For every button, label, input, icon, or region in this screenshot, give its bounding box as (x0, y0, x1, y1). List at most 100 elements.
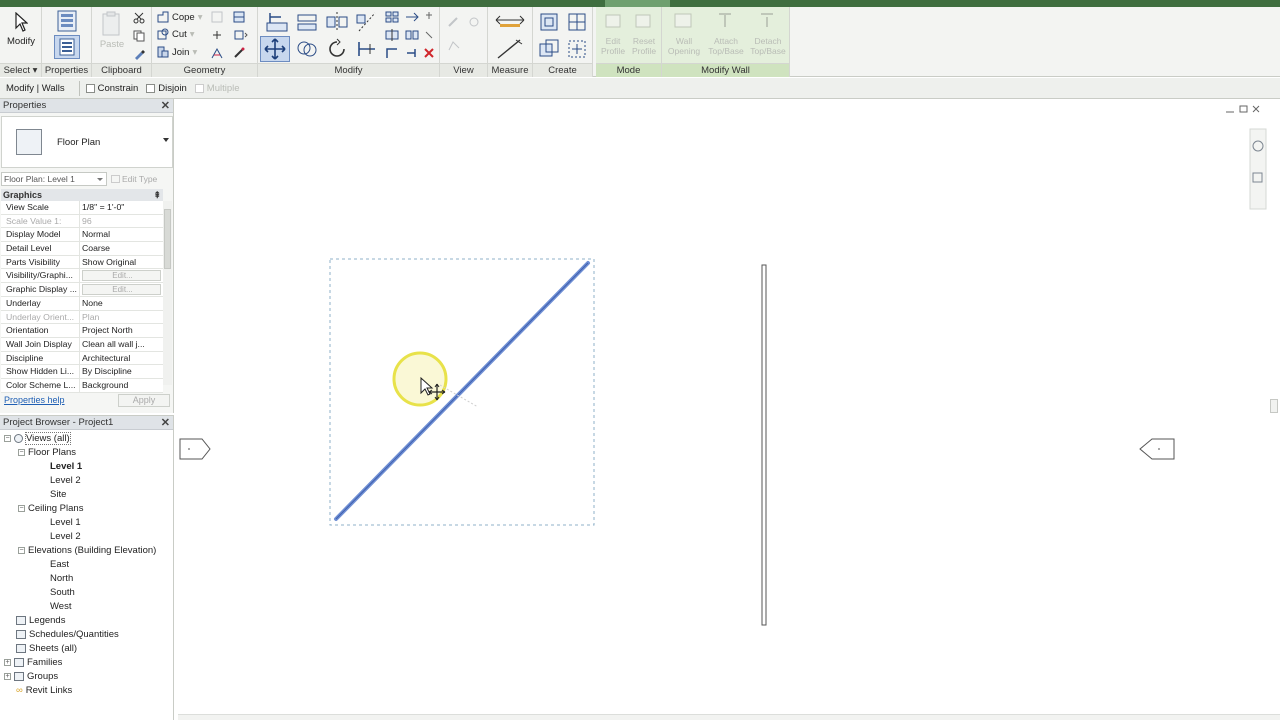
multiple-checkbox[interactable]: Multiple (194, 83, 240, 94)
tree-node-floor-plans[interactable]: − Floor Plans (18, 446, 76, 459)
tree-node-families[interactable]: + Families (4, 656, 62, 669)
type-properties-icon[interactable] (54, 9, 80, 33)
property-row[interactable]: Show Hidden Li... By Discipline (1, 365, 163, 379)
tree-node-cp-level2[interactable]: Level 2 (50, 530, 81, 543)
tree-node-views[interactable]: − Views (all) (4, 432, 71, 445)
properties-help-link[interactable]: Properties help (4, 395, 65, 405)
join-button[interactable]: Join ▾ (157, 44, 197, 60)
elevation-marker-west[interactable] (179, 438, 211, 460)
property-value[interactable]: Coarse (80, 242, 163, 255)
property-value[interactable]: Architectural (80, 352, 163, 365)
properties-toggle-icon[interactable] (54, 35, 80, 59)
measure-icon[interactable] (493, 11, 527, 29)
split-icon[interactable] (384, 28, 400, 42)
tree-node-fp-site[interactable]: Site (50, 488, 66, 501)
tree-node-south[interactable]: South (50, 586, 75, 599)
tree-node-elevations[interactable]: − Elevations (Building Elevation) (18, 544, 156, 557)
elevation-marker-east[interactable] (1139, 438, 1175, 460)
property-row[interactable]: Detail Level Coarse (1, 242, 163, 256)
tree-node-fp-level2[interactable]: Level 2 (50, 474, 81, 487)
create-group-icon[interactable] (537, 37, 561, 61)
close-icon[interactable]: ✕ (161, 99, 170, 112)
navigation-bar[interactable] (1249, 128, 1267, 210)
wall-opening-button[interactable]: Wall Opening (666, 36, 702, 56)
vertical-wall[interactable] (761, 264, 767, 626)
tree-node-groups[interactable]: + Groups (4, 670, 58, 683)
move-icon[interactable] (260, 36, 290, 62)
modify-cursor-icon[interactable] (12, 11, 30, 33)
properties-panel-label[interactable]: Properties (42, 63, 91, 77)
copy-elements-icon[interactable] (294, 37, 320, 61)
edit-button[interactable]: Edit... (82, 284, 161, 295)
cut-geometry-button[interactable]: Cut ▾ (157, 26, 195, 42)
detach-top-base-button[interactable]: Detach Top/Base (746, 36, 790, 56)
tree-node-north[interactable]: North (50, 572, 73, 585)
property-row[interactable]: Wall Join Display Clean all wall j... (1, 337, 163, 352)
join-roof-icon[interactable] (210, 46, 224, 60)
properties-scrollbar[interactable] (163, 201, 172, 385)
scale-icon[interactable] (404, 10, 420, 24)
property-row[interactable]: Orientation Project North (1, 324, 163, 338)
tree-node-revit-links[interactable]: ∞ Revit Links (16, 684, 72, 697)
unpin-icon[interactable] (422, 28, 436, 42)
modify-button[interactable]: Modify (0, 36, 42, 47)
trim-corner-icon[interactable] (384, 46, 400, 60)
delete-icon[interactable] (422, 46, 436, 60)
align-icon[interactable] (264, 10, 290, 34)
drawing-canvas[interactable] (178, 99, 1268, 717)
rotate-icon[interactable] (324, 37, 350, 61)
paste-button[interactable]: Paste (96, 39, 128, 50)
property-value[interactable]: Plan (80, 311, 163, 324)
aligned-dimension-icon[interactable] (493, 37, 527, 61)
disjoin-checkbox[interactable]: Disjoin (146, 83, 187, 94)
property-row[interactable]: Discipline Architectural (1, 351, 163, 366)
property-row[interactable]: Graphic Display ... Edit... (1, 283, 163, 297)
mirror-draw-icon[interactable] (354, 10, 380, 34)
property-row[interactable]: Underlay None (1, 296, 163, 311)
edit-type-button[interactable]: Edit Type (111, 174, 157, 184)
tree-node-schedules[interactable]: Schedules/Quantities (16, 628, 119, 641)
split-face-icon[interactable] (232, 10, 246, 24)
property-row[interactable]: Color Scheme L... Background (1, 378, 163, 393)
pin-icon[interactable] (422, 10, 436, 24)
canvas-vertical-scrollbar[interactable] (1268, 99, 1280, 717)
chevron-down-icon[interactable] (163, 138, 169, 142)
tree-node-legends[interactable]: Legends (16, 614, 65, 627)
type-selector[interactable]: Floor Plan (1, 116, 173, 168)
array-icon[interactable] (384, 10, 400, 24)
tree-node-fp-level1[interactable]: Level 1 (50, 460, 82, 473)
view-window-controls[interactable] (1226, 105, 1260, 113)
attach-top-base-button[interactable]: Attach Top/Base (704, 36, 748, 56)
edit-button[interactable]: Edit... (82, 270, 161, 282)
property-value[interactable]: None (80, 297, 163, 310)
graphics-group-header[interactable]: Graphics ⇞ (1, 189, 163, 201)
create-similar-icon[interactable] (565, 37, 589, 61)
demolish-icon[interactable] (210, 28, 224, 42)
property-value[interactable]: 1/8" = 1'-0" (80, 201, 163, 214)
match-properties-icon[interactable] (132, 47, 146, 61)
instance-selector[interactable]: Floor Plan: Level 1 (1, 171, 107, 186)
active-context-tab[interactable] (605, 0, 670, 7)
property-row[interactable]: Display Model Normal (1, 228, 163, 243)
tree-node-sheets[interactable]: Sheets (all) (16, 642, 77, 655)
property-value[interactable]: Normal (80, 228, 163, 241)
offset-icon[interactable] (294, 10, 320, 34)
tree-node-east[interactable]: East (50, 558, 69, 571)
collapse-icon[interactable]: ⇞ (153, 190, 161, 201)
property-row[interactable]: View Scale 1/8" = 1'-0" (1, 201, 163, 215)
tree-node-west[interactable]: West (50, 600, 71, 613)
trim-single-icon[interactable] (404, 46, 420, 60)
trim-extend-icon[interactable] (354, 37, 380, 61)
canvas-drawing[interactable] (178, 99, 1268, 717)
split-gap-icon[interactable] (404, 28, 420, 42)
property-row[interactable]: Visibility/Graphi... Edit... (1, 269, 163, 284)
create-assembly-icon[interactable] (537, 10, 561, 34)
property-row[interactable]: Underlay Orient... Plan (1, 310, 163, 325)
create-parts-icon[interactable] (565, 10, 589, 34)
close-icon[interactable]: ✕ (161, 416, 170, 429)
cope-button[interactable]: Cope ▾ (157, 9, 203, 25)
tree-node-cp-level1[interactable]: Level 1 (50, 516, 81, 529)
reset-profile-button[interactable]: Reset Profile (628, 36, 660, 56)
cut-scissors-icon[interactable] (132, 11, 146, 25)
view-control-bar[interactable] (178, 714, 1280, 720)
